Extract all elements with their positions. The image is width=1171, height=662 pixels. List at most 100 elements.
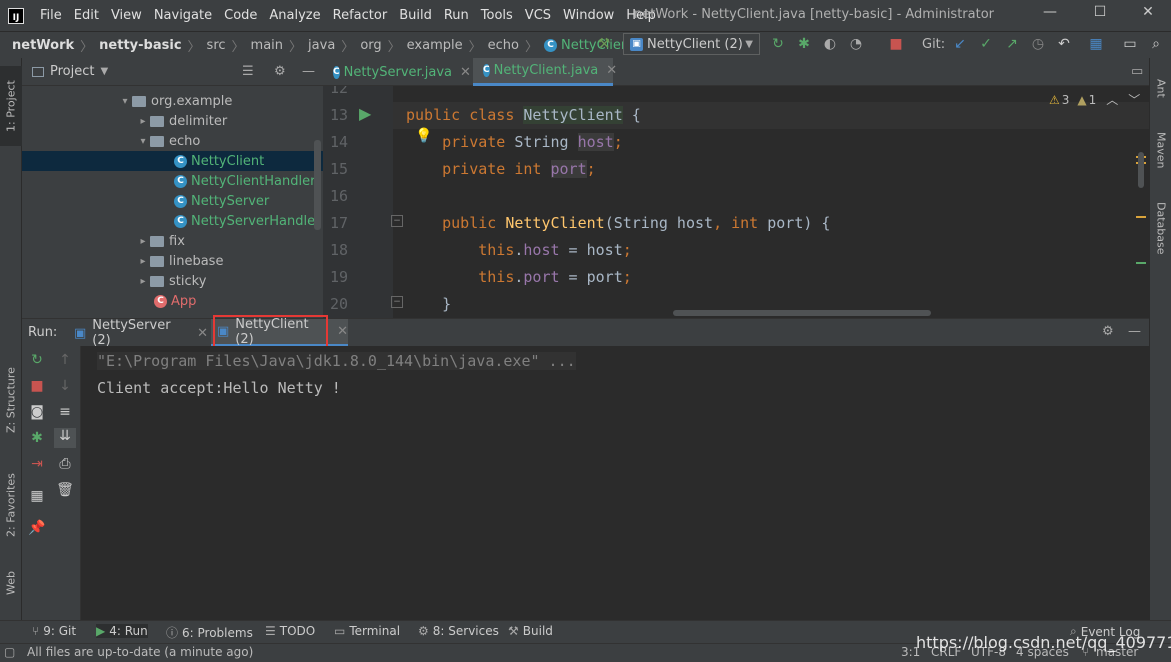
git-rollback-icon[interactable]: ↶ [1056,36,1072,52]
menu-code[interactable]: Code [218,8,263,23]
menu-navigate[interactable]: Navigate [148,8,218,23]
maximize-button[interactable]: ☐ [1080,4,1120,26]
menu-file[interactable]: File [34,8,68,23]
error-stripe-mark[interactable] [1136,216,1146,218]
tree-item-delimiter[interactable]: ▸ delimiter [22,111,323,131]
run-configuration-select[interactable]: ▣ NettyClient (2) ▼ [623,33,760,55]
tool-tab-web[interactable]: Web [0,558,22,608]
debug-bug-icon[interactable]: ✱ [796,36,812,52]
error-stripe-mark[interactable] [1136,262,1146,264]
menu-edit[interactable]: Edit [68,8,105,23]
tree-item-org-example[interactable]: ▾ org.example [22,91,323,111]
tab-nettyserver-java[interactable]: C NettyServer.java ✕ [323,58,471,86]
tab-nettyclient-java[interactable]: C NettyClient.java ✕ [473,58,617,86]
hide-panel-icon[interactable]: — [302,64,315,79]
project-structure-icon[interactable]: ▦ [1088,36,1104,52]
close-button[interactable]: ✕ [1128,4,1168,26]
run-console[interactable]: "E:\Program Files\Java\jdk1.8.0_144\bin\… [80,346,1149,620]
minimize-button[interactable]: — [1030,4,1070,26]
chevron-right-icon[interactable]: ▸ [136,116,150,127]
git-history-icon[interactable]: ◷ [1030,36,1046,52]
run-tab-nettyserver[interactable]: ▣ NettyServer (2) ✕ [72,318,208,348]
menu-run[interactable]: Run [438,8,475,23]
project-view-label[interactable]: Project [50,64,94,79]
breadcrumb-project[interactable]: netWork [12,38,74,53]
chevron-right-icon[interactable]: ▸ [136,256,150,267]
search-everywhere-icon[interactable]: ⌕ [1148,36,1164,52]
tool-tab-todo[interactable]: ☰ TODO [265,624,315,638]
camera-icon[interactable]: ◙ [28,404,46,420]
tool-tab-build[interactable]: ⚒ Build [508,624,553,638]
tree-item-nettyclient[interactable]: C NettyClient [22,151,323,171]
editor-vertical-scrollbar[interactable] [1138,152,1144,188]
tree-item-sticky[interactable]: ▸ sticky [22,271,323,291]
chevron-down-icon[interactable]: ▼ [100,66,108,77]
git-commit-icon[interactable]: ✓ [978,36,994,52]
tree-item-nettyserver[interactable]: C NettyServer [22,191,323,211]
chevron-down-icon[interactable]: ﹀ [1128,91,1140,108]
close-icon[interactable]: ✕ [606,63,617,78]
gear-icon[interactable]: ⚙ [1102,324,1114,339]
tool-tab-project[interactable]: 1: Project [0,66,22,146]
tool-tab-maven[interactable]: Maven [1150,120,1171,180]
menu-refactor[interactable]: Refactor [327,8,394,23]
fold-icon[interactable]: − [391,296,403,308]
tree-item-fix[interactable]: ▸ fix [22,231,323,251]
tool-tab-git[interactable]: ⑂ 9: Git [32,624,76,638]
close-icon[interactable]: ✕ [197,326,208,341]
breadcrumb-java[interactable]: java [308,38,335,53]
hide-panel-icon[interactable]: — [1128,324,1141,339]
trash-icon[interactable]: 🗑 [56,482,74,498]
layout-icon[interactable]: ▦ [28,488,46,504]
tree-item-linebase[interactable]: ▸ linebase [22,251,323,271]
close-icon[interactable]: ✕ [337,324,348,339]
editor-horizontal-scrollbar[interactable] [673,310,931,316]
coverage-icon[interactable]: ◐ [822,36,838,52]
menu-build[interactable]: Build [393,8,438,23]
breadcrumb-example[interactable]: example [407,38,463,53]
tree-item-echo[interactable]: ▾ echo [22,131,323,151]
soft-wrap-icon[interactable]: ≡ [56,404,74,420]
breadcrumb-src[interactable]: src [207,38,226,53]
print-icon[interactable]: ⎙ [56,456,74,472]
status-message[interactable]: All files are up-to-date (a minute ago) [27,645,253,659]
profile-icon[interactable]: ◔ [848,36,864,52]
close-icon[interactable]: ✕ [460,65,471,80]
chevron-up-icon[interactable]: ︿ [1106,91,1118,108]
tree-item-nettyserverhandler[interactable]: C NettyServerHandler [22,211,323,231]
scroll-to-end-icon[interactable]: ⇊ [54,428,76,448]
tree-item-app[interactable]: C App [22,291,323,311]
chevron-down-icon[interactable]: ▾ [136,136,150,147]
menu-window[interactable]: Window [557,8,620,23]
run-gutter-icon[interactable]: ▶ [359,104,371,123]
chevron-right-icon[interactable]: ▸ [136,276,150,287]
collapse-all-icon[interactable]: ☰ [242,64,254,79]
fold-icon[interactable]: − [391,215,403,227]
tool-tab-problems[interactable]: ⓘ 6: Problems [166,624,253,641]
menu-analyze[interactable]: Analyze [263,8,326,23]
debug-bug-icon[interactable]: ✱ [28,430,46,446]
intellij-logo-icon[interactable]: IJ [8,7,24,24]
project-scrollbar[interactable] [314,140,321,230]
menu-vcs[interactable]: VCS [519,8,557,23]
terminal-toggle-icon[interactable]: ▭ [1122,36,1138,52]
build-hammer-icon[interactable]: ⚒ [596,36,612,52]
tree-item-nettyclienthandler[interactable]: C NettyClientHandler [22,171,323,191]
breadcrumb-echo[interactable]: echo [488,38,519,53]
tool-tab-run[interactable]: ▶ 4: Run [96,624,148,638]
code-editor[interactable]: 12 13 14 15 16 17 18 19 20 ▶ − − public … [323,86,1149,318]
stop-icon[interactable]: ■ [28,378,46,394]
git-push-icon[interactable]: ↗ [1004,36,1020,52]
arrow-down-icon[interactable]: ↓ [56,378,74,394]
menu-tools[interactable]: Tools [475,8,519,23]
chevron-right-icon[interactable]: ▸ [136,236,150,247]
rerun-icon[interactable]: ↻ [770,36,786,52]
tool-tab-structure[interactable]: Z: Structure [0,358,22,443]
tab-list-icon[interactable]: ▭ [1131,64,1143,79]
breadcrumb-main[interactable]: main [251,38,283,53]
inspection-widget[interactable]: ⚠ 3 ▲ 1 ︿ ﹀ [1049,91,1140,108]
tool-tab-ant[interactable]: Ant [1150,66,1171,111]
exit-icon[interactable]: ⇥ [28,456,46,472]
arrow-up-icon[interactable]: ↑ [56,352,74,368]
menu-view[interactable]: View [105,8,148,23]
